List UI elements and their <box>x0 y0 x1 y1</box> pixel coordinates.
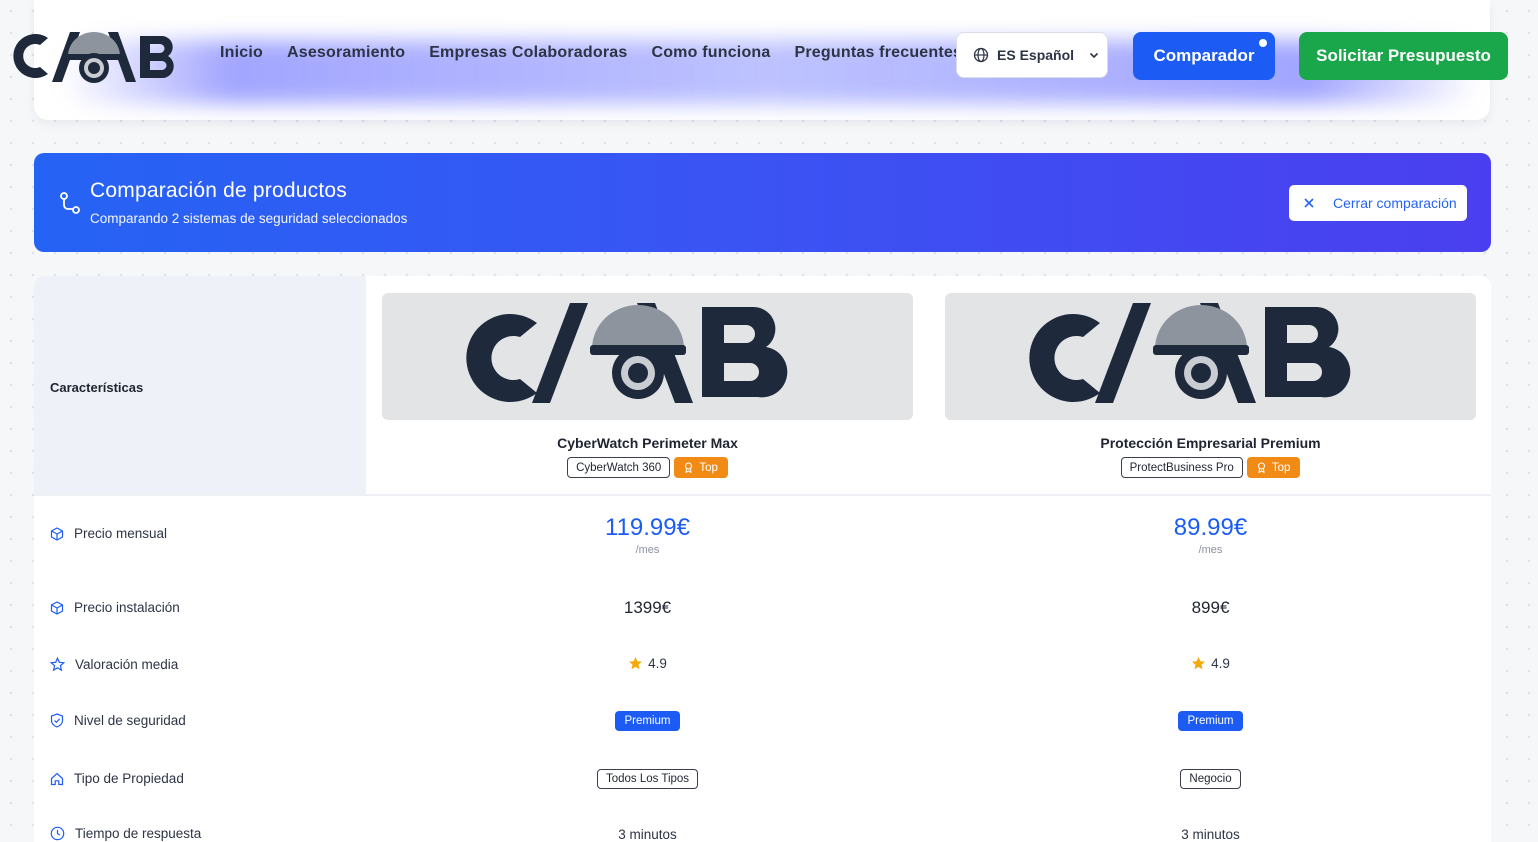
table-divider <box>34 494 1491 496</box>
row-label: Valoración media <box>75 657 179 672</box>
nav-como-funciona[interactable]: Como funciona <box>651 44 770 62</box>
product-image[interactable] <box>945 293 1476 420</box>
product-name: Protección Empresarial Premium <box>1100 435 1321 451</box>
response-time-value: 3 minutos <box>618 827 677 842</box>
close-comparison-button[interactable]: Cerrar comparación <box>1289 185 1467 221</box>
language-label: ES Español <box>997 47 1075 63</box>
request-quote-label: Solicitar Presupuesto <box>1316 46 1491 65</box>
star-outline-icon <box>50 657 65 672</box>
banner-subtitle: Comparando 2 sistemas de seguridad selec… <box>90 211 408 226</box>
compare-arrows-icon <box>60 192 80 214</box>
monthly-price-value: 89.99€ <box>1173 514 1248 541</box>
row-rating: Valoración media 4.9 4.9 <box>34 650 1491 690</box>
top-badge: Top <box>1246 457 1301 478</box>
price-unit: /mes <box>635 544 660 556</box>
nav-preguntas-frecuentes[interactable]: Preguntas frecuentes <box>795 44 963 62</box>
row-security-level: Nivel de seguridad Premium Premium <box>34 706 1491 746</box>
row-label: Nivel de seguridad <box>74 713 186 728</box>
notification-dot <box>1259 39 1267 47</box>
package-icon <box>50 526 64 541</box>
security-level-badge: Premium <box>615 711 680 731</box>
nav-asesoramiento[interactable]: Asesoramiento <box>287 44 405 62</box>
award-icon <box>1257 462 1265 473</box>
row-label: Tiempo de respuesta <box>75 826 202 841</box>
banner-title: Comparación de productos <box>90 179 347 202</box>
star-icon <box>1192 657 1206 670</box>
close-icon <box>1304 198 1314 208</box>
property-type-badge: Todos Los Tipos <box>596 769 699 789</box>
comparison-table: Características CyberWatch Perimeter Max… <box>34 276 1491 842</box>
cab-logo-image <box>466 303 788 403</box>
language-selector[interactable]: ES Español <box>956 32 1108 78</box>
request-quote-button[interactable]: Solicitar Presupuesto <box>1299 32 1508 80</box>
brand-tag: CyberWatch 360 <box>567 457 671 478</box>
product-name: CyberWatch Perimeter Max <box>557 435 738 451</box>
shield-check-icon <box>50 713 64 728</box>
install-price-value: 1399€ <box>623 598 672 617</box>
features-header: Características <box>50 380 144 395</box>
top-badge-label: Top <box>699 461 718 474</box>
compare-button[interactable]: Comparador <box>1133 32 1275 80</box>
row-response-time: Tiempo de respuesta 3 minutos 3 minutos <box>34 820 1491 842</box>
award-icon <box>685 462 693 473</box>
compare-button-label: Comparador <box>1153 46 1255 65</box>
main-nav: Inicio Asesoramiento Empresas Colaborado… <box>220 44 962 62</box>
property-type-badge: Negocio <box>1180 769 1241 789</box>
clock-icon <box>50 826 65 841</box>
rating-value: 4.9 <box>1211 656 1230 671</box>
comparison-banner: Comparación de productos Comparando 2 si… <box>34 153 1491 252</box>
close-comparison-label: Cerrar comparación <box>1333 195 1457 211</box>
top-badge: Top <box>674 457 728 478</box>
top-badge-label: Top <box>1271 461 1291 474</box>
response-time-value: 3 minutos <box>1181 827 1240 842</box>
install-price-value: 899€ <box>1191 598 1230 617</box>
star-icon <box>629 657 643 670</box>
nav-inicio[interactable]: Inicio <box>220 44 263 62</box>
security-level-badge: Premium <box>1178 711 1243 731</box>
row-label: Precio mensual <box>74 526 168 541</box>
nav-empresas-colaboradoras[interactable]: Empresas Colaboradoras <box>429 44 627 62</box>
cab-logo-image <box>1029 303 1351 403</box>
cab-logo[interactable] <box>0 26 184 86</box>
chevron-down-icon <box>1089 52 1099 59</box>
brand-tag: ProtectBusiness Pro <box>1120 457 1243 478</box>
row-install-price: Precio instalación 1399€ 899€ <box>34 594 1491 634</box>
row-label: Tipo de Propiedad <box>74 771 184 786</box>
row-label: Precio instalación <box>74 600 180 615</box>
globe-icon <box>973 47 989 63</box>
home-icon <box>50 772 64 785</box>
row-monthly-price: Precio mensual 119.99€ /mes 89.99€ /mes <box>34 514 1491 556</box>
site-header: Inicio Asesoramiento Empresas Colaborado… <box>0 0 1538 122</box>
monthly-price-value: 119.99€ <box>605 514 690 541</box>
rating-value: 4.9 <box>648 656 667 671</box>
price-unit: /mes <box>1198 544 1223 556</box>
package-icon <box>50 600 64 615</box>
features-header-cell: Características <box>34 276 366 494</box>
row-property-type: Tipo de Propiedad Todos Los Tipos Negoci… <box>34 764 1491 804</box>
product-column-1: CyberWatch Perimeter Max CyberWatch 360 … <box>382 293 913 493</box>
product-column-2: Protección Empresarial Premium ProtectBu… <box>945 293 1476 493</box>
product-image[interactable] <box>382 293 913 420</box>
